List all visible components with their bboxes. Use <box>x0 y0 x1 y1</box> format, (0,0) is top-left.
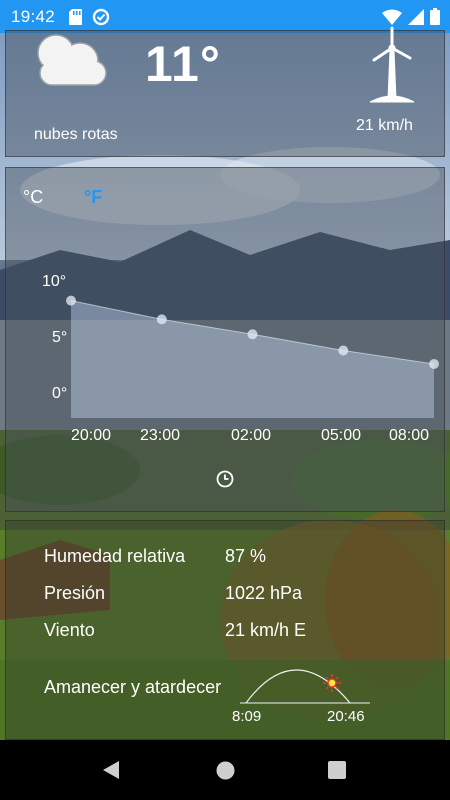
data-point <box>66 295 76 306</box>
sun-arc-icon <box>240 669 370 704</box>
x-tick-label: 05:00 <box>321 427 362 444</box>
x-tick-label: 23:00 <box>140 427 181 444</box>
humidity-value: 87 % <box>225 546 267 566</box>
x-tick-label: 20:00 <box>71 427 112 444</box>
sun-icon <box>323 674 341 692</box>
data-point <box>338 345 349 356</box>
navigation-bar <box>0 740 450 800</box>
recents-icon[interactable] <box>328 761 346 779</box>
wind-label: Viento <box>44 620 95 640</box>
data-point <box>156 314 167 325</box>
clock-icon[interactable] <box>216 470 234 488</box>
humidity-label: Humedad relativa <box>44 546 186 566</box>
sunrise-sunset-label: Amanecer y atardecer <box>44 677 222 697</box>
data-point <box>429 359 439 369</box>
sunset-time: 20:46 <box>327 708 365 725</box>
x-tick-label: 02:00 <box>231 427 272 444</box>
temperature-area <box>71 300 434 418</box>
back-icon[interactable] <box>101 760 121 780</box>
data-point <box>247 329 258 340</box>
x-tick-label: 08:00 <box>389 427 430 444</box>
wind-value: 21 km/h E <box>225 620 307 640</box>
home-icon[interactable] <box>216 761 235 780</box>
sunrise-time: 8:09 <box>232 708 262 725</box>
pressure-value: 1022 hPa <box>225 583 303 603</box>
pressure-label: Presión <box>44 583 106 603</box>
